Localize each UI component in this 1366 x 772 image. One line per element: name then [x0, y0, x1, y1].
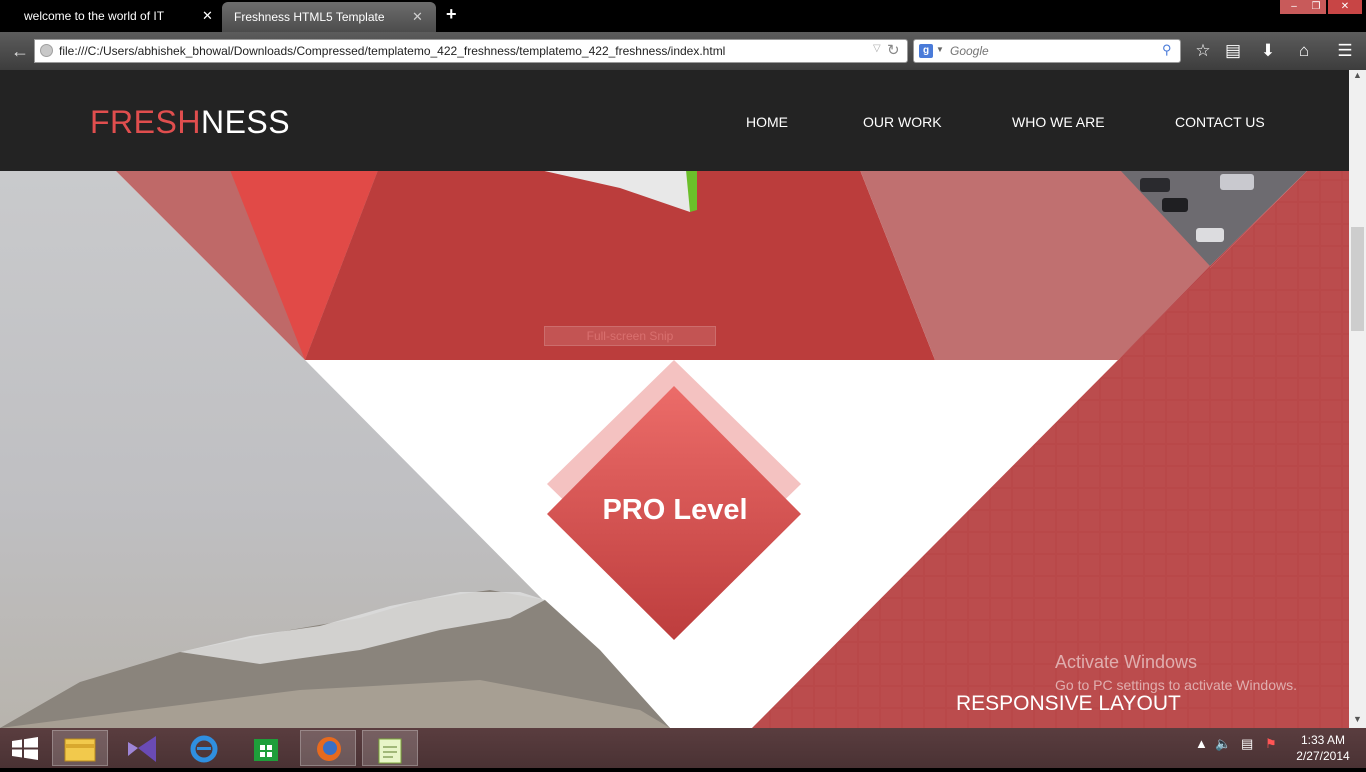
scroll-down-icon[interactable]: ▼ — [1349, 714, 1366, 728]
file-explorer-icon — [64, 738, 96, 762]
downloads-icon[interactable]: ⬇ — [1256, 41, 1280, 61]
new-tab-button[interactable]: + — [446, 4, 457, 25]
search-engine-dropdown-icon[interactable]: ▼ — [936, 45, 944, 54]
browser-tab-strip: welcome to the world of IT ✕ Freshness H… — [0, 0, 1366, 32]
home-icon[interactable]: ⌂ — [1292, 41, 1316, 61]
logo-part-fresh: FRESH — [90, 104, 201, 140]
menu-item-who-we-are[interactable]: WHO WE ARE — [1012, 114, 1105, 130]
taskbar-visual-studio[interactable] — [114, 730, 170, 766]
close-window-button[interactable]: ✕ — [1328, 0, 1362, 14]
car-shape — [1220, 174, 1254, 190]
snip-overlay-label: Full-screen Snip — [544, 326, 716, 346]
notepad-icon — [378, 738, 402, 764]
taskbar-clock[interactable]: 1:33 AM 2/27/2014 — [1290, 732, 1356, 764]
site-header: FRESHNESS HOME OUR WORK WHO WE ARE CONTA… — [0, 70, 1349, 171]
logo-part-ness: NESS — [200, 104, 291, 140]
firefox-icon — [317, 737, 341, 761]
windows-taskbar: ▲ 🔈 ▤ ⚑ 1:33 AM 2/27/2014 — [0, 728, 1366, 768]
taskbar-file-explorer[interactable] — [52, 730, 108, 766]
show-hidden-icons-icon[interactable]: ▲ — [1195, 736, 1208, 751]
car-shape — [1196, 228, 1224, 242]
tab-close-icon[interactable]: ✕ — [412, 3, 423, 31]
site-logo[interactable]: FRESHNESS — [90, 104, 290, 141]
tab-welcome[interactable]: welcome to the world of IT ✕ — [14, 2, 224, 32]
back-arrow-icon[interactable]: ← — [6, 38, 34, 64]
reload-icon[interactable]: ↻ — [887, 41, 900, 59]
tab-close-icon[interactable]: ✕ — [202, 2, 213, 30]
site-identity-icon[interactable] — [40, 44, 53, 57]
scroll-up-icon[interactable]: ▲ — [1349, 70, 1366, 84]
menu-item-contact-us[interactable]: CONTACT US — [1175, 114, 1265, 130]
search-bar[interactable]: g ▼ ⚲ — [913, 39, 1181, 63]
menu-item-our-work[interactable]: OUR WORK — [863, 114, 942, 130]
internet-explorer-icon — [190, 735, 218, 763]
url-text[interactable]: file:///C:/Users/abhishek_bhowal/Downloa… — [59, 44, 725, 58]
minimize-button[interactable]: – — [1280, 0, 1308, 14]
tab-freshness[interactable]: Freshness HTML5 Template ✕ — [222, 2, 436, 32]
volume-icon[interactable]: 🔈 — [1215, 736, 1231, 752]
bookmarks-list-icon[interactable]: ▤ — [1221, 41, 1245, 61]
taskbar-store[interactable] — [238, 730, 294, 766]
start-button[interactable] — [0, 730, 56, 766]
car-shape — [1140, 178, 1170, 192]
pro-level-label: PRO Level — [602, 494, 748, 526]
car-shape — [1162, 198, 1188, 212]
search-icon[interactable]: ⚲ — [1162, 42, 1172, 58]
activate-windows-title: Activate Windows — [1055, 652, 1198, 672]
bookmark-star-icon[interactable]: ☆ — [1191, 41, 1215, 61]
menu-item-home[interactable]: HOME — [746, 114, 788, 130]
address-bar[interactable]: file:///C:/Users/abhishek_bhowal/Downloa… — [34, 39, 908, 63]
network-icon[interactable]: ▤ — [1241, 736, 1253, 752]
clock-time: 1:33 AM — [1300, 733, 1346, 747]
visual-studio-icon — [128, 736, 156, 762]
google-icon[interactable]: g — [919, 44, 933, 58]
start-icon — [12, 737, 38, 760]
action-center-icon[interactable]: ⚑ — [1265, 736, 1277, 752]
maximize-button[interactable]: ❐ — [1306, 0, 1326, 14]
search-input[interactable] — [948, 42, 1158, 60]
url-dropdown-icon[interactable]: ▽ — [873, 43, 881, 54]
tab-title: Freshness HTML5 Template — [234, 10, 385, 24]
tab-title: welcome to the world of IT — [24, 9, 165, 23]
page-viewport: Full-screen Snip PRO Level RESPONSIVE LA… — [0, 70, 1349, 728]
responsive-layout-label: RESPONSIVE LAYOUT — [956, 692, 1181, 715]
scrollbar-thumb[interactable] — [1351, 227, 1364, 331]
store-icon — [254, 739, 278, 761]
taskbar-firefox[interactable] — [300, 730, 356, 766]
taskbar-notepad[interactable] — [362, 730, 418, 766]
menu-icon[interactable]: ☰ — [1333, 41, 1357, 61]
page-scrollbar[interactable]: ▲ ▼ — [1349, 70, 1366, 728]
clock-date: 2/27/2014 — [1296, 749, 1350, 763]
activate-windows-subtitle: Go to PC settings to activate Windows. — [1055, 677, 1297, 693]
browser-navigation-bar: ← file:///C:/Users/abhishek_bhowal/Downl… — [0, 32, 1366, 70]
taskbar-internet-explorer[interactable] — [176, 730, 232, 766]
